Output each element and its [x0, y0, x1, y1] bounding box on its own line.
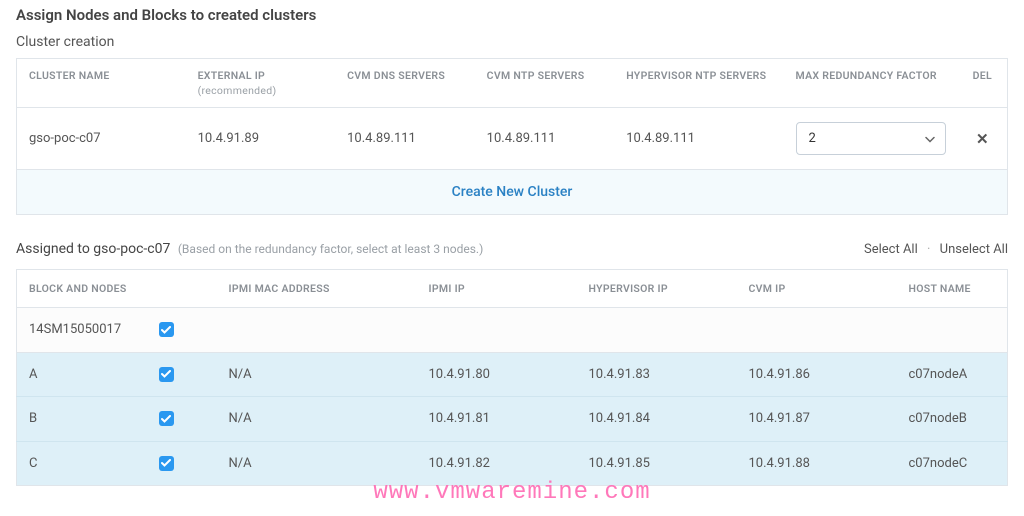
page-title: Assign Nodes and Blocks to created clust… [16, 6, 1008, 24]
node-ipmi-mac: N/A [217, 441, 417, 486]
check-icon [161, 415, 171, 423]
node-letter: C [17, 441, 147, 486]
max-redundancy-select[interactable]: 2 [796, 122, 946, 155]
col-external-ip: EXTERNAL IP (recommended) [186, 59, 336, 108]
block-checkbox[interactable] [159, 322, 174, 337]
node-letter: B [17, 397, 147, 442]
check-icon [161, 326, 171, 334]
separator-dot: · [927, 242, 930, 257]
node-ipmi-ip: 10.4.91.80 [417, 352, 577, 397]
col-block-nodes: BLOCK AND NODES [17, 270, 217, 308]
nodes-table: BLOCK AND NODES IPMI MAC ADDRESS IPMI IP… [16, 269, 1008, 486]
cluster-creation-table: CLUSTER NAME EXTERNAL IP (recommended) C… [16, 58, 1008, 215]
cluster-name-cell[interactable]: gso-poc-c07 [17, 108, 186, 170]
cluster-row: gso-poc-c07 10.4.91.89 10.4.89.111 10.4.… [17, 108, 1008, 170]
node-ipmi-ip: 10.4.91.81 [417, 397, 577, 442]
node-cvm-ip: 10.4.91.86 [737, 352, 897, 397]
node-cvm-ip: 10.4.91.88 [737, 441, 897, 486]
node-letter: A [17, 352, 147, 397]
cluster-hyp-ntp-cell[interactable]: 10.4.89.111 [614, 108, 783, 170]
node-host-name: c07nodeB [897, 397, 1008, 442]
col-cluster-name: CLUSTER NAME [17, 59, 186, 108]
unselect-all-button[interactable]: Unselect All [940, 242, 1008, 257]
col-max-red: MAX REDUNDANCY FACTOR [784, 59, 958, 108]
close-icon: ✕ [976, 130, 989, 148]
node-checkbox[interactable] [159, 367, 174, 382]
col-ipmi-ip: IPMI IP [417, 270, 577, 308]
node-cvm-ip: 10.4.91.87 [737, 397, 897, 442]
node-hyp-ip: 10.4.91.83 [577, 352, 737, 397]
node-row: B N/A10.4.91.8110.4.91.8410.4.91.87c07nod… [17, 397, 1008, 442]
select-all-button[interactable]: Select All [864, 242, 918, 257]
check-icon [161, 459, 171, 467]
col-external-ip-label: EXTERNAL IP [198, 69, 266, 82]
node-checkbox[interactable] [159, 411, 174, 426]
cluster-cvm-ntp-cell[interactable]: 10.4.89.111 [475, 108, 615, 170]
node-host-name: c07nodeA [897, 352, 1008, 397]
node-row: A N/A10.4.91.8010.4.91.8310.4.91.86c07nod… [17, 352, 1008, 397]
cluster-ext-ip-cell[interactable]: 10.4.91.89 [186, 108, 336, 170]
node-hyp-ip: 10.4.91.84 [577, 397, 737, 442]
assigned-hint: (Based on the redundancy factor, select … [178, 242, 483, 256]
node-row: C N/A10.4.91.8210.4.91.8510.4.91.88c07nod… [17, 441, 1008, 486]
max-redundancy-value: 2 [809, 131, 816, 146]
cluster-cvm-dns-cell[interactable]: 10.4.89.111 [335, 108, 475, 170]
block-id: 14SM15050017 [17, 308, 147, 353]
assigned-cluster-name: gso-poc-c07 [93, 241, 170, 257]
node-ipmi-ip: 10.4.91.82 [417, 441, 577, 486]
cluster-creation-title: Cluster creation [16, 34, 1008, 50]
check-icon [161, 370, 171, 378]
node-hyp-ip: 10.4.91.85 [577, 441, 737, 486]
col-cvm-ntp: CVM NTP SERVERS [475, 59, 615, 108]
create-cluster-row: Create New Cluster [17, 170, 1008, 215]
col-hyp-ntp: HYPERVISOR NTP SERVERS [614, 59, 783, 108]
node-checkbox[interactable] [159, 456, 174, 471]
chevron-down-icon [925, 131, 935, 146]
create-new-cluster-button[interactable]: Create New Cluster [452, 184, 573, 200]
node-ipmi-mac: N/A [217, 397, 417, 442]
assigned-heading: Assigned to gso-poc-c07 (Based on the re… [16, 241, 483, 257]
col-cvm-dns: CVM DNS SERVERS [335, 59, 475, 108]
col-external-ip-sub: (recommended) [198, 84, 324, 97]
block-row: 14SM15050017 [17, 308, 1008, 353]
assigned-prefix: Assigned to [16, 241, 93, 257]
node-host-name: c07nodeC [897, 441, 1008, 486]
col-ipmi-mac: IPMI MAC ADDRESS [217, 270, 417, 308]
col-host-name: HOST NAME [897, 270, 1008, 308]
col-hyp-ip: HYPERVISOR IP [577, 270, 737, 308]
node-ipmi-mac: N/A [217, 352, 417, 397]
col-cvm-ip: CVM IP [737, 270, 897, 308]
delete-cluster-button[interactable]: ✕ [972, 126, 993, 152]
col-del: DEL [958, 59, 1008, 108]
